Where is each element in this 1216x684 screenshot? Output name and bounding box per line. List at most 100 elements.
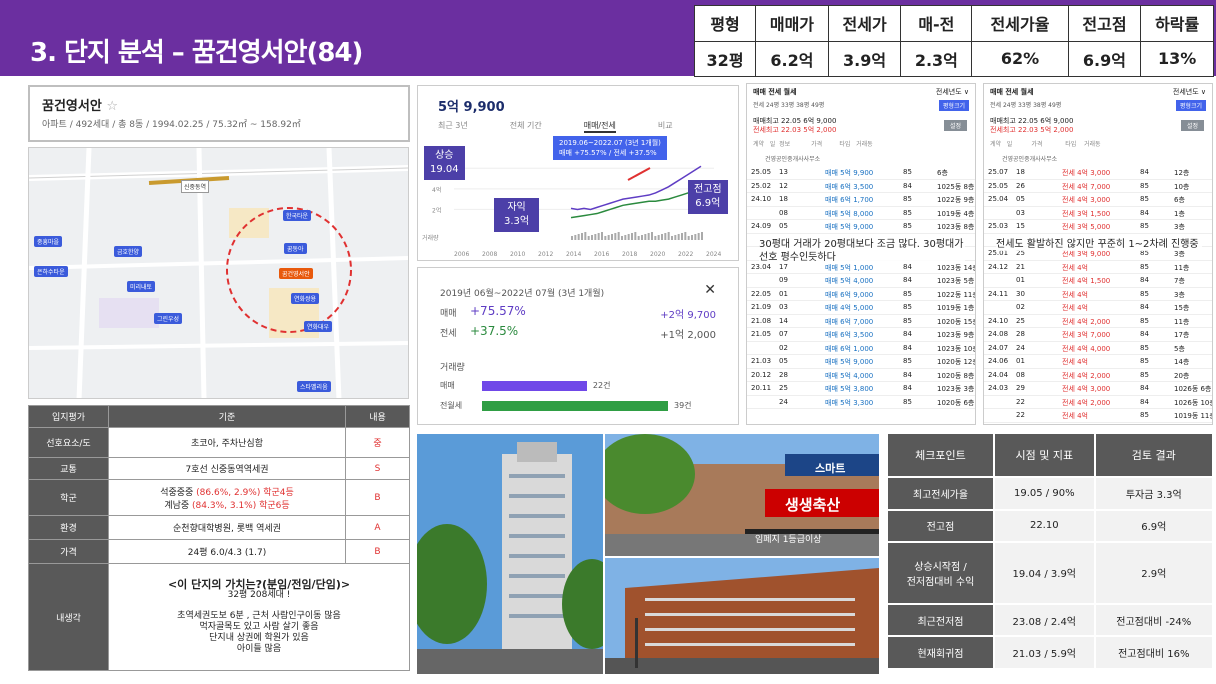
table-row[interactable]: 21.08 14 매매 6억 7,000 85 1020동 15층 [747,315,975,328]
map-tag[interactable]: 한국타운 [283,210,312,221]
table-row[interactable]: 25.03 15 전세 3억 5,000 85 3층 [984,220,1212,234]
table-row[interactable]: 02 전세 4억 84 15층 [984,301,1212,315]
map-tag[interactable]: 신중동역 [181,180,210,193]
list-rows: 25.07 18 전세 4억 3,000 84 12층 25.05 26 전세 4억 7,00… [984,166,1212,423]
area-tabs[interactable]: 전세 24평 33평 38평 49평 [990,100,1061,109]
map-tag[interactable]: 금호한양 [114,246,143,257]
y-tick-label: 4억 [432,186,441,194]
volume-bar [482,401,668,411]
list-tabs[interactable]: 매매 전세 월세 [753,87,797,97]
summary-table: 평형 매매가 전세가 매-전 전세가율 전고점 하락률 32평 6.2억 3.9억 2.3억 62%… [693,5,1214,77]
table-row[interactable]: 25.04 05 전세 4억 3,000 85 6층 [984,193,1212,207]
table-row[interactable]: 01 전세 4억 1,500 84 7층 [984,274,1212,288]
size-button[interactable]: 평형크기 [1175,100,1206,111]
volume-mark [677,234,680,240]
list-columns: 계약 일 가격 타입 거래동 [990,141,1101,148]
table-row[interactable]: 24.04 08 전세 4억 2,000 85 20층 [984,369,1212,382]
map-tag-target[interactable]: 꿈건영서안 [279,268,313,279]
map-tag[interactable]: 연화쌍용 [291,293,320,304]
table-row[interactable]: 22.05 01 매매 6억 9,000 85 1022동 11층 [747,288,975,301]
volume-mark [584,232,587,240]
table-row[interactable]: 21.05 07 매매 6억 3,500 84 1023동 9층 [747,328,975,342]
apt-name[interactable]: 꿈건영서안 ☆ [42,95,118,114]
table-row[interactable]: 22 전세 4억 2,000 84 1026동 10층 [984,396,1212,409]
size-button[interactable]: 평형크기 [938,100,969,111]
volume-mark [657,235,660,240]
list-filter[interactable]: 전세년도 ∨ [1173,87,1206,97]
map-tag[interactable]: 중흥마을 [34,236,63,247]
volume-mark [601,232,603,240]
jeonse-transaction-list[interactable]: 매매 전세 월세 전세년도 ∨ 전세 24평 33평 38평 49평 평형크기 매매최고… [983,83,1213,425]
sale-transaction-list[interactable]: 매매 전세 월세 전세년도 ∨ 전세 24평 33평 38평 49평 평형크기 매매최고… [746,83,976,425]
thought-label: 내생각 [28,563,109,671]
summary-value: 6.9억 [1067,40,1142,77]
table-row[interactable]: 22 전세 4억 85 1019동 11층 [984,409,1212,423]
list-note: 전세도 활발하진 않지만 꾸준히 1~2차례 진행중 [996,238,1202,251]
thought-content: <이 단지의 가치는?(분임/전임/단임)> 32평 208세대 ! 초역세권도… [108,563,410,671]
tab-compare[interactable]: 비교 [658,120,673,133]
area-tabs[interactable]: 전세 24평 33평 38평 49평 [753,100,824,109]
map-tag[interactable]: 연화대우 [304,321,333,332]
table-row[interactable]: 21.03 05 매매 5억 9,000 85 1020동 12층 [747,355,975,369]
table-row[interactable]: 24.09 05 매매 5억 9,000 85 1023동 8층 [747,220,975,234]
table-row[interactable]: 24 매매 5억 3,300 85 1020동 6층 [747,396,975,409]
callout-peak: 전고점 6.9억 [688,180,728,214]
tab-sale-jeonse[interactable]: 매매/전세 [583,120,616,133]
table-row[interactable]: 25.02 12 매매 6억 3,500 84 1025동 8층 [747,180,975,193]
location-map[interactable]: 신중동역 꿈건영서안 연화쌍용 연화대우 금호한양 그린우성 미리내토 스타벨리… [28,147,409,399]
tab-all[interactable]: 전체 기간 [510,120,542,133]
table-row[interactable]: 21.09 03 매매 4억 5,000 85 1019동 1층 [747,301,975,315]
table-row[interactable]: 24.12 21 전세 4억 85 11층 [984,261,1212,274]
check-header: 체크포인트 [886,432,995,478]
table-row[interactable]: 24.07 24 전세 4억 4,000 85 5층 [984,342,1212,355]
volume-label: 거래량 [440,363,465,373]
volume-mark [637,236,640,240]
table-row[interactable]: 25.07 18 전세 4억 3,000 84 12층 [984,166,1212,180]
volume-mark [621,236,623,240]
volume-axis-label: 거래량 [422,234,439,242]
check-header: 검토 결과 [1093,432,1215,478]
check-metric: 19.04 / 3.9억 [992,541,1096,605]
check-header: 시점 및 지표 [992,432,1096,478]
table-row[interactable]: 24.08 28 전세 3억 7,000 84 17층 [984,328,1212,342]
favorite-star-icon[interactable]: ☆ [106,99,118,114]
sale-label: 매매 [440,309,457,319]
table-row[interactable]: 24.06 01 전세 4억 85 14층 [984,355,1212,369]
volume-bar [482,381,587,391]
settings-button[interactable]: 설정 [1180,120,1204,131]
check-metric: 19.05 / 90% [992,476,1096,511]
close-icon[interactable]: ✕ [704,282,716,298]
table-row[interactable]: 25.05 13 매매 5억 9,900 85 6층 [747,166,975,180]
summary-header: 매매가 [755,5,829,42]
table-row[interactable]: 20.12 28 매매 5억 4,000 84 1020동 8층 [747,369,975,382]
map-tag[interactable]: 그린우성 [154,313,183,324]
table-row[interactable]: 25.05 26 전세 4억 7,000 85 10층 [984,180,1212,193]
volume-mark [581,233,583,240]
callout-gap: 자익 3.3억 [494,198,540,232]
list-filter[interactable]: 전세년도 ∨ [936,87,969,97]
tab-recent[interactable]: 최근 3년 [438,120,468,133]
table-row[interactable]: 20.11 25 매매 5억 3,800 84 1023동 3층 [747,382,975,396]
x-tick-label: 2010 [510,251,525,258]
map-tag[interactable]: 은하수타운 [34,266,68,277]
table-row[interactable]: 24.03 29 전세 4억 3,000 84 1026동 6층 [984,382,1212,396]
table-row[interactable]: 03 전세 3억 1,500 84 1층 [984,207,1212,220]
y-tick-label: 2억 [432,206,441,214]
map-tag[interactable]: 미리내토 [127,281,156,292]
volume-mark [651,232,653,240]
map-tag[interactable]: 스타벨리움 [297,381,331,392]
table-row[interactable]: 08 매매 5억 8,000 85 1019동 4층 [747,207,975,220]
volume-mark [641,235,643,240]
list-tabs[interactable]: 매매 전세 월세 [990,87,1034,97]
volume-mark [701,232,703,240]
x-tick-label: 2012 [538,251,553,258]
table-row[interactable]: 24.10 25 전세 4억 2,000 85 11층 [984,315,1212,328]
table-row[interactable]: 24.10 18 매매 6억 1,700 85 1022동 9층 [747,193,975,207]
eval-grade: 중 [345,427,410,458]
settings-button[interactable]: 설정 [943,120,967,131]
table-row[interactable]: 09 매매 5억 4,000 84 1023동 5층 [747,274,975,288]
x-tick-label: 2022 [678,251,693,258]
map-tag[interactable]: 꿈동아 [284,243,307,254]
table-row[interactable]: 02 매매 6억 1,000 84 1023동 10층 [747,342,975,355]
table-row[interactable]: 24.11 30 전세 4억 85 3층 [984,288,1212,301]
